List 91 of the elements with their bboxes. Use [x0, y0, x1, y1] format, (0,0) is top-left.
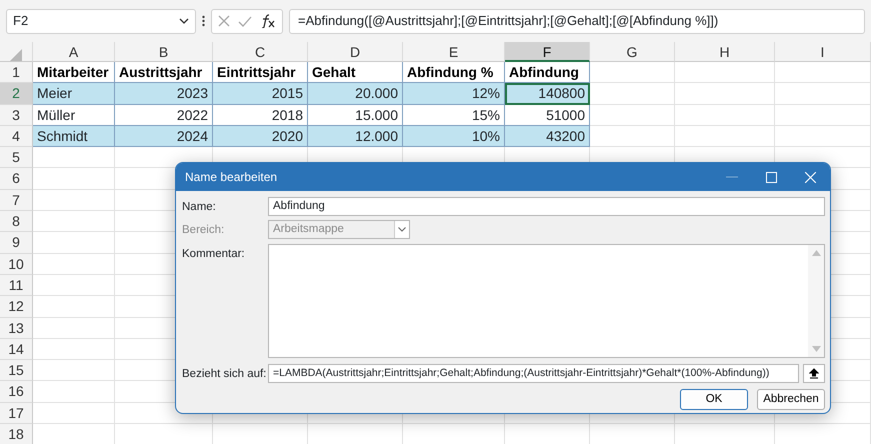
- column-header[interactable]: H: [675, 42, 775, 62]
- scroll-down-icon[interactable]: [812, 346, 820, 352]
- column-header[interactable]: B: [115, 42, 213, 62]
- upload-icon: [809, 368, 819, 378]
- table-cell: 43200: [505, 126, 590, 148]
- row-header[interactable]: 3: [0, 104, 33, 126]
- row-header[interactable]: 4: [0, 126, 33, 148]
- table-cell: 140800: [505, 83, 590, 105]
- table-cell[interactable]: [590, 104, 675, 126]
- table-cell[interactable]: [590, 62, 675, 84]
- row-header[interactable]: 8: [0, 211, 33, 232]
- field-label: Bezieht sich auf:: [182, 366, 268, 382]
- table-cell[interactable]: [33, 190, 115, 212]
- table-cell: 2023: [115, 83, 213, 105]
- row-header[interactable]: 18: [0, 424, 33, 444]
- column-header[interactable]: A: [33, 42, 115, 62]
- comment-field[interactable]: [268, 244, 825, 358]
- scroll-up-icon[interactable]: [812, 250, 820, 256]
- row-header[interactable]: 10: [0, 254, 33, 275]
- table-cell[interactable]: [775, 62, 871, 84]
- table-cell[interactable]: [33, 254, 115, 275]
- table-cell[interactable]: [675, 104, 775, 126]
- column-header[interactable]: C: [213, 42, 308, 62]
- column-header[interactable]: G: [590, 42, 675, 62]
- table-cell[interactable]: [675, 83, 775, 105]
- table-cell[interactable]: [33, 211, 115, 232]
- row-header[interactable]: 1: [0, 62, 33, 84]
- refers-to-field[interactable]: =LAMBDA(Austrittsjahr;Eintrittsjahr;Gehalt;Abfindung;(Austrittsjahr-Eintrittsjahr)*Gehalt*(100%-Abfindung)): [268, 364, 799, 382]
- row-header[interactable]: 15: [0, 360, 33, 382]
- table-cell: Meier: [33, 83, 115, 105]
- minimize-icon[interactable]: [726, 176, 738, 178]
- table-cell: 2015: [213, 83, 308, 105]
- table-cell[interactable]: [33, 168, 115, 190]
- row-header[interactable]: 11: [0, 274, 33, 296]
- table-cell: 10%: [403, 126, 505, 148]
- column-header[interactable]: F: [505, 42, 590, 62]
- select-all-corner[interactable]: [0, 42, 33, 62]
- row-header[interactable]: 13: [0, 318, 33, 339]
- table-cell[interactable]: [675, 126, 775, 148]
- row-header[interactable]: 5: [0, 147, 33, 168]
- field-label: Bereich:: [182, 223, 226, 238]
- column-header[interactable]: I: [775, 42, 871, 62]
- table-cell[interactable]: [33, 318, 115, 339]
- table-cell: 20.000: [308, 83, 403, 105]
- more-icon[interactable]: [202, 15, 205, 27]
- table-cell[interactable]: [33, 381, 115, 403]
- cancel-button[interactable]: Abbrechen: [757, 388, 825, 410]
- table-cell[interactable]: [33, 360, 115, 382]
- field-label: Kommentar:: [182, 246, 246, 262]
- table-cell: 12%: [403, 83, 505, 105]
- table-cell[interactable]: [33, 147, 115, 168]
- table-cell[interactable]: [775, 104, 871, 126]
- table-cell[interactable]: [775, 126, 871, 148]
- row-header[interactable]: 12: [0, 296, 33, 318]
- table-cell[interactable]: [33, 232, 115, 254]
- name-field[interactable]: Abfindung: [268, 197, 825, 216]
- ok-button[interactable]: OK: [680, 388, 748, 410]
- formula-field[interactable]: =Abfindung([@Austrittsjahr];[@Eintrittsjahr];[@Gehalt];[@[Abfindung %]]): [289, 8, 865, 34]
- row-header[interactable]: 6: [0, 168, 33, 190]
- row-header[interactable]: 7: [0, 190, 33, 212]
- function-icon[interactable]: [260, 14, 276, 28]
- scrollbar[interactable]: [808, 244, 824, 356]
- table-cell[interactable]: [33, 296, 115, 318]
- table-cell[interactable]: [775, 83, 871, 105]
- row-header[interactable]: 9: [0, 232, 33, 254]
- collapse-button[interactable]: [803, 364, 825, 382]
- dropdown-icon[interactable]: [179, 18, 189, 24]
- table-cell[interactable]: [33, 274, 115, 296]
- table-cell[interactable]: [33, 402, 115, 424]
- table-cell: 2024: [115, 126, 213, 148]
- row-header[interactable]: 2: [0, 83, 33, 105]
- column-header[interactable]: D: [308, 42, 403, 62]
- row-header[interactable]: 17: [0, 402, 33, 424]
- table-cell: 2020: [213, 126, 308, 148]
- maximize-icon[interactable]: [766, 172, 777, 182]
- close-icon[interactable]: [805, 172, 816, 182]
- check-icon[interactable]: [238, 16, 252, 26]
- name-box[interactable]: F2: [6, 8, 196, 34]
- cancel-icon[interactable]: [218, 15, 230, 27]
- triangle-icon: [9, 48, 23, 62]
- row-header[interactable]: 16: [0, 381, 33, 403]
- table-cell[interactable]: [33, 338, 115, 360]
- table-cell: Schmidt: [33, 126, 115, 148]
- field-label: Name:: [182, 200, 217, 215]
- row-header[interactable]: 14: [0, 338, 33, 360]
- table-cell[interactable]: [590, 83, 675, 105]
- table-cell: 12.000: [308, 126, 403, 148]
- column-header[interactable]: E: [403, 42, 505, 62]
- table-cell[interactable]: [590, 126, 675, 148]
- dialog-title: Name bearbeiten: [185, 169, 278, 186]
- table-cell[interactable]: [675, 62, 775, 84]
